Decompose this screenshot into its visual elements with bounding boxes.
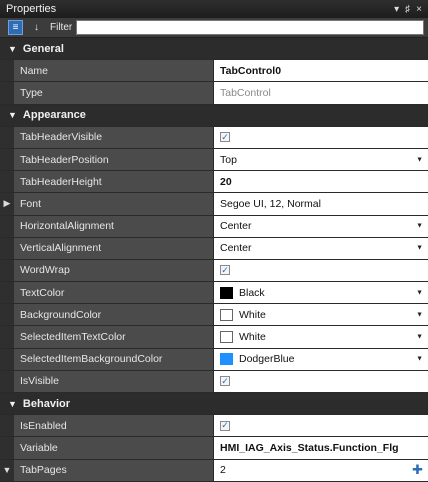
tab-header-position-select[interactable]: Top ▼	[214, 148, 428, 171]
tab-header-height-field[interactable]: 20	[214, 171, 428, 193]
property-row-text-color: TextColor Black ▼	[0, 282, 428, 305]
panel-titlebar: Properties ▾ ♯ ×	[0, 0, 428, 18]
property-label: WordWrap	[14, 259, 214, 282]
filter-input[interactable]	[76, 20, 424, 35]
property-label: Font	[14, 193, 214, 215]
property-label: VerticalAlignment	[14, 237, 214, 259]
tab-pages-value: 2 ✚	[214, 459, 428, 481]
expanded-arrow-icon[interactable]: ▼	[0, 459, 14, 481]
add-icon[interactable]: ✚	[412, 462, 423, 478]
color-swatch	[220, 353, 233, 366]
property-label: TabHeaderHeight	[14, 171, 214, 193]
category-label: Appearance	[22, 109, 86, 122]
property-label: HorizontalAlignment	[14, 215, 214, 237]
select-value: White	[239, 331, 266, 344]
select-value: Center	[220, 220, 252, 233]
chevron-down-icon[interactable]: ▼	[416, 311, 423, 318]
category-appearance[interactable]: ▼ Appearance	[0, 104, 428, 127]
is-visible-checkbox[interactable]: ✓	[220, 376, 230, 387]
property-row-selected-item-background-color: SelectedItemBackgroundColor DodgerBlue ▼	[0, 348, 428, 371]
chevron-down-icon[interactable]: ▼	[416, 356, 423, 363]
property-row-type: Type TabControl	[0, 82, 428, 105]
filter-label: Filter	[50, 22, 73, 33]
font-value-field[interactable]: Segoe UI, 12, Normal	[214, 193, 428, 215]
categorized-view-icon[interactable]: ≡	[8, 20, 23, 35]
text-color-select[interactable]: Black ▼	[214, 282, 428, 304]
property-label: Variable	[14, 437, 214, 459]
word-wrap-checkbox[interactable]: ✓	[220, 265, 230, 276]
property-name-label: Name	[14, 60, 214, 82]
color-swatch	[220, 331, 233, 344]
selected-item-background-color-select[interactable]: DodgerBlue ▼	[214, 348, 428, 370]
alphabetical-sort-icon[interactable]: ↓	[29, 20, 44, 35]
properties-toolbar: ≡ ↓ Filter	[0, 18, 428, 38]
close-icon[interactable]: ×	[416, 4, 422, 15]
property-row-horizontal-alignment: HorizontalAlignment Center ▼	[0, 215, 428, 238]
vertical-alignment-select[interactable]: Center ▼	[214, 237, 428, 259]
property-row-is-visible: IsVisible ✓	[0, 370, 428, 393]
category-label: Behavior	[22, 397, 70, 410]
select-value: DodgerBlue	[239, 353, 295, 366]
properties-panel: Properties ▾ ♯ × ≡ ↓ Filter ▼ General Nam…	[0, 0, 428, 482]
property-label: IsVisible	[14, 370, 214, 392]
property-label: TabHeaderVisible	[14, 126, 214, 148]
category-behavior[interactable]: ▼ Behavior	[0, 393, 428, 416]
panel-title: Properties	[6, 3, 57, 15]
variable-value-field[interactable]: HMI_IAG_Axis_Status.Function_Flg	[214, 437, 428, 459]
property-row-font: ▶ Font Segoe UI, 12, Normal	[0, 193, 428, 216]
pin-icon[interactable]: ♯	[405, 4, 410, 15]
property-label: TabHeaderPosition	[14, 148, 214, 171]
property-label: IsEnabled	[14, 415, 214, 437]
property-label: BackgroundColor	[14, 304, 214, 326]
property-row-variable: Variable HMI_IAG_Axis_Status.Function_Fl…	[0, 437, 428, 460]
property-type-label: Type	[14, 82, 214, 104]
property-row-background-color: BackgroundColor White ▼	[0, 304, 428, 327]
property-row-is-enabled: IsEnabled ✓	[0, 415, 428, 438]
chevron-down-icon[interactable]: ▼	[416, 289, 423, 296]
select-value: Black	[239, 286, 265, 299]
property-row-tab-header-position: TabHeaderPosition Top ▼	[0, 148, 428, 172]
background-color-select[interactable]: White ▼	[214, 304, 428, 326]
property-row-name: Name TabControl0	[0, 60, 428, 83]
chevron-down-icon[interactable]: ▼	[416, 223, 423, 230]
expanded-arrow-icon[interactable]: ▼	[8, 44, 17, 54]
collapsed-arrow-icon[interactable]: ▶	[0, 193, 14, 215]
chevron-down-icon[interactable]: ▼	[416, 156, 423, 163]
property-label: TabPages	[14, 459, 214, 481]
property-label: SelectedItemTextColor	[14, 326, 214, 348]
expanded-arrow-icon[interactable]: ▼	[8, 110, 17, 120]
tab-header-visible-checkbox[interactable]: ✓	[220, 132, 230, 143]
expanded-arrow-icon[interactable]: ▼	[8, 399, 17, 409]
name-value-field[interactable]: TabControl0	[214, 60, 428, 82]
select-value: White	[239, 308, 266, 321]
chevron-down-icon[interactable]: ▼	[416, 334, 423, 341]
property-row-vertical-alignment: VerticalAlignment Center ▼	[0, 237, 428, 260]
property-row-selected-item-text-color: SelectedItemTextColor White ▼	[0, 326, 428, 349]
property-row-tab-header-visible: TabHeaderVisible ✓	[0, 126, 428, 149]
property-row-tab-header-height: TabHeaderHeight 20	[0, 171, 428, 194]
property-label: SelectedItemBackgroundColor	[14, 348, 214, 370]
property-row-word-wrap: WordWrap ✓	[0, 259, 428, 283]
is-enabled-checkbox[interactable]: ✓	[220, 420, 230, 431]
category-label: General	[22, 42, 64, 55]
tab-pages-count: 2	[220, 464, 226, 477]
category-general[interactable]: ▼ General	[0, 38, 428, 61]
selected-item-text-color-select[interactable]: White ▼	[214, 326, 428, 348]
dropdown-menu-icon[interactable]: ▾	[394, 4, 399, 15]
type-value: TabControl	[214, 82, 428, 104]
horizontal-alignment-select[interactable]: Center ▼	[214, 215, 428, 237]
title-buttons: ▾ ♯ ×	[394, 4, 422, 15]
property-row-tab-pages: ▼ TabPages 2 ✚	[0, 459, 428, 482]
select-value: Center	[220, 242, 252, 255]
property-grid: ▼ General Name TabControl0 Type TabContro…	[0, 38, 428, 482]
color-swatch	[220, 308, 233, 321]
color-swatch	[220, 286, 233, 299]
chevron-down-icon[interactable]: ▼	[416, 245, 423, 252]
select-value: Top	[220, 153, 237, 166]
property-label: TextColor	[14, 282, 214, 304]
